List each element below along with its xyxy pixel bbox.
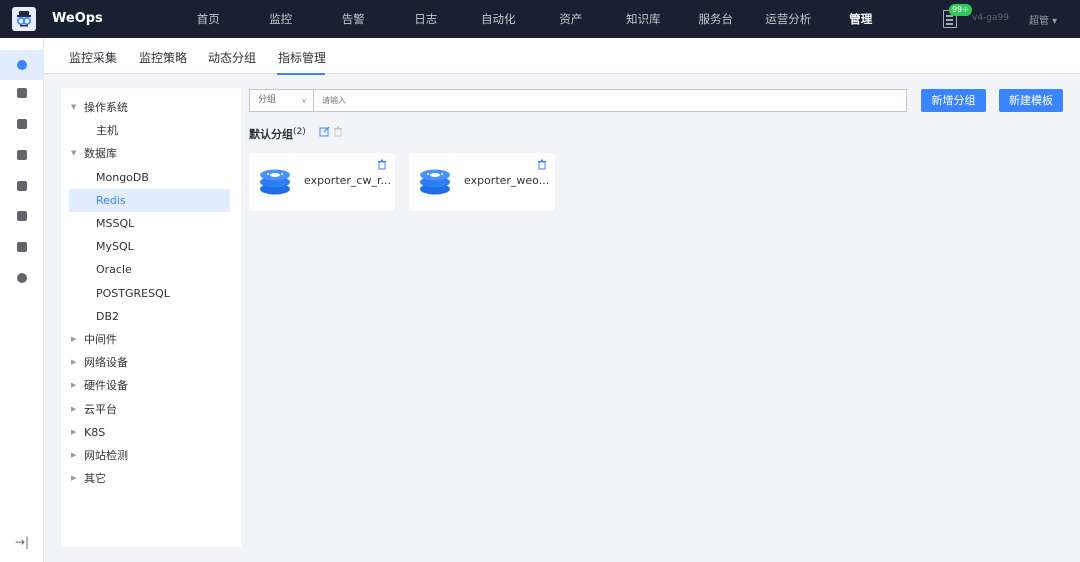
top-nav-bar: WeOps 首页 监控 告警 日志 自动化 资产 知识库 服务台 运营分析 管理 99+ v4-g…	[0, 0, 1080, 38]
caret-right-icon[interactable]: ▶	[71, 351, 81, 374]
redis-icon	[259, 168, 291, 199]
rail-alarm-icon[interactable]	[0, 78, 44, 108]
weops-logo-icon[interactable]	[12, 7, 36, 31]
rail-settings-icon[interactable]	[0, 263, 44, 293]
rail-book-icon[interactable]	[0, 171, 44, 201]
caret-down-icon[interactable]: ▼	[71, 142, 81, 165]
tree-item[interactable]: Oracle	[69, 258, 230, 281]
active-tab-indicator	[277, 73, 325, 75]
caret-right-icon[interactable]: ▶	[71, 467, 81, 490]
nav-item[interactable]: 管理	[825, 0, 898, 38]
tree-item[interactable]: Redis	[69, 188, 230, 212]
app-brand: WeOps	[52, 11, 103, 26]
tab-dynamic-group[interactable]: 动态分组	[208, 49, 256, 66]
tree-item[interactable]: 主机	[69, 119, 230, 142]
tree-item-label: K8S	[84, 425, 106, 439]
tree-item-label: MongoDB	[96, 170, 149, 184]
group-count: (2)	[293, 127, 306, 137]
left-rail: →|	[0, 38, 44, 562]
tree-item-label: 操作系统	[84, 101, 128, 114]
object-tree: ▼ 操作系统 主机 ▼ 数据库 MongoDB Redis MSSQL MySQL Oracle P…	[61, 88, 241, 547]
delete-group-icon[interactable]	[333, 126, 343, 140]
tree-item[interactable]: ▼ 操作系统	[69, 96, 230, 119]
search-input[interactable]	[314, 89, 907, 112]
rail-layers-icon[interactable]	[0, 140, 44, 170]
tree-item[interactable]: POSTGRESQL	[69, 282, 230, 305]
tree-item-label: 网站检测	[84, 449, 128, 462]
tree-item[interactable]: ▶ 网络设备	[69, 351, 230, 374]
rail-clipboard-icon[interactable]	[0, 201, 44, 231]
tab-metric-management[interactable]: 指标管理	[278, 49, 326, 66]
edit-icon[interactable]	[319, 126, 330, 140]
template-card[interactable]: exporter_weo...	[409, 153, 555, 211]
notification-badge: 99+	[949, 4, 972, 16]
user-menu[interactable]: 超管 ▾	[1029, 12, 1057, 27]
version-label: v4-ga99	[972, 13, 1009, 23]
tab-monitor-collect[interactable]: 监控采集	[69, 49, 117, 66]
nav-item[interactable]: 监控	[245, 0, 318, 38]
nav-item[interactable]: 知识库	[607, 0, 680, 38]
tree-item[interactable]: DB2	[69, 305, 230, 328]
tree-item[interactable]: MySQL	[69, 235, 230, 258]
search-type-select[interactable]: 分组 ∨	[249, 89, 314, 112]
caret-right-icon[interactable]: ▶	[71, 374, 81, 397]
tree-item-label: Redis	[96, 193, 126, 207]
card-name: exporter_weo...	[464, 174, 550, 187]
main-nav: 首页 监控 告警 日志 自动化 资产 知识库 服务台 运营分析 管理	[172, 0, 897, 38]
new-template-button[interactable]: 新建模板	[999, 89, 1063, 112]
tree-item-label: DB2	[96, 309, 120, 323]
template-card[interactable]: exporter_cw_r...	[249, 153, 395, 211]
tree-item-label: MySQL	[96, 240, 134, 254]
tree-item-label: POSTGRESQL	[96, 286, 170, 300]
nav-item[interactable]: 自动化	[462, 0, 535, 38]
nav-item[interactable]: 日志	[390, 0, 463, 38]
redis-icon	[419, 168, 451, 199]
sub-tabs: 监控采集 监控策略 动态分组 指标管理	[44, 38, 1080, 74]
tree-item-label: Oracle	[96, 263, 132, 277]
tree-item-label: 数据库	[84, 147, 117, 161]
chevron-down-icon: ∨	[301, 96, 307, 105]
nav-item[interactable]: 运营分析	[752, 0, 825, 38]
tree-item-label: 主机	[96, 124, 118, 138]
rail-report-icon[interactable]	[0, 232, 44, 262]
tree-item-label: MSSQL	[96, 217, 135, 230]
tree-item[interactable]: ▶ 中间件	[69, 328, 230, 351]
caret-right-icon[interactable]: ▶	[71, 328, 81, 351]
tree-item-label: 其它	[84, 472, 106, 486]
add-group-button[interactable]: 新增分组	[921, 89, 986, 112]
caret-right-icon[interactable]: ▶	[71, 398, 81, 421]
card-name: exporter_cw_r...	[304, 174, 391, 187]
nav-item[interactable]: 服务台	[680, 0, 753, 38]
tree-item[interactable]: ▶ 硬件设备	[69, 374, 230, 397]
tree-item[interactable]: ▶ 网站检测	[69, 444, 230, 467]
rail-package-icon[interactable]	[0, 109, 44, 139]
tree-item[interactable]: MSSQL	[69, 212, 230, 235]
tree-item[interactable]: ▶ 云平台	[69, 398, 230, 421]
caret-down-icon[interactable]: ▼	[71, 96, 81, 119]
collapse-sidebar-icon[interactable]: →|	[15, 535, 29, 549]
tree-item[interactable]: MongoDB	[69, 166, 230, 189]
tree-item-label: 中间件	[84, 333, 117, 346]
tree-item[interactable]: ▼ 数据库	[69, 142, 230, 165]
search-type-value: 分组	[258, 95, 277, 105]
tree-item-label: 硬件设备	[84, 379, 128, 393]
tree-item[interactable]: ▶ 其它	[69, 467, 230, 490]
nav-item[interactable]: 告警	[317, 0, 390, 38]
tree-item-label: 云平台	[84, 402, 117, 416]
caret-right-icon[interactable]: ▶	[71, 421, 81, 444]
tree-item-label: 网络设备	[84, 356, 128, 370]
caret-right-icon[interactable]: ▶	[71, 444, 81, 467]
group-title: 默认分组	[249, 128, 293, 141]
delete-icon[interactable]	[537, 159, 547, 173]
nav-item[interactable]: 首页	[172, 0, 245, 38]
delete-icon[interactable]	[377, 159, 387, 173]
tab-monitor-policy[interactable]: 监控策略	[139, 49, 187, 66]
nav-item[interactable]: 资产	[535, 0, 608, 38]
rail-monitor-icon[interactable]	[0, 50, 44, 80]
tree-item[interactable]: ▶ K8S	[69, 421, 230, 444]
